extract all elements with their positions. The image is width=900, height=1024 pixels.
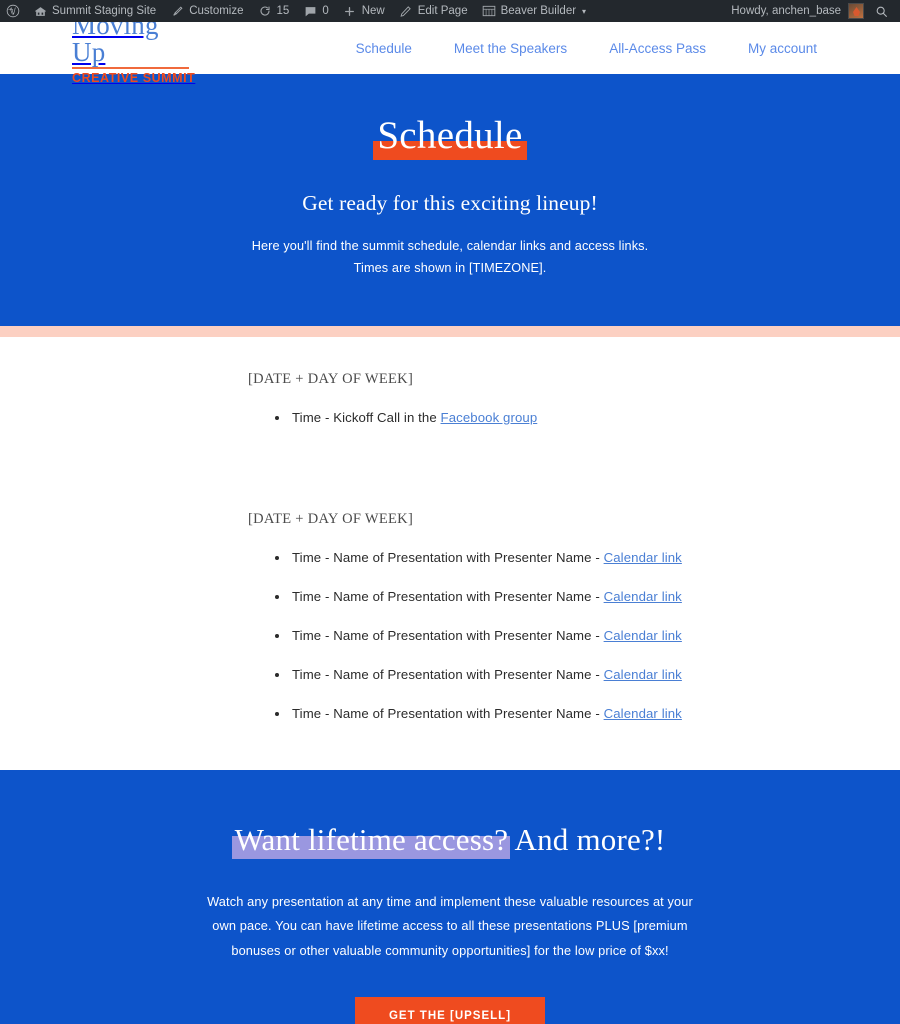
wordpress-logo-icon [6, 4, 20, 18]
upsell-heading: Want lifetime access? And more?! [231, 821, 666, 859]
list-item: Time - Name of Presentation with Present… [275, 627, 900, 645]
upsell-heading-rest: And more?! [508, 821, 666, 857]
nav-item-all-access-pass[interactable]: All-Access Pass [588, 41, 727, 56]
hero-description-line-1: Here you'll find the summit schedule, ca… [251, 238, 649, 253]
upsell-cta-wrapper: GET THE [UPSELL] [0, 997, 900, 1024]
list-item: Time - Name of Presentation with Present… [275, 549, 900, 567]
adminbar-new-label: New [361, 5, 385, 17]
schedule-item-text: Time - Name of Presentation with Present… [292, 550, 604, 566]
avatar [848, 3, 864, 19]
peach-divider-band [0, 325, 900, 337]
hero-subtitle: Get ready for this exciting lineup! [302, 190, 598, 215]
chevron-down-icon: ▾ [582, 6, 587, 16]
page-title-text: Schedule [373, 114, 528, 160]
schedule-item-text: Time - Name of Presentation with Present… [292, 589, 604, 605]
schedule-item-text: Time - Name of Presentation with Present… [292, 706, 604, 722]
adminbar-site-name-label: Summit Staging Site [52, 5, 157, 17]
upsell-section: Want lifetime access? And more?! Watch a… [0, 769, 900, 1024]
list-item: Time - Name of Presentation with Present… [275, 666, 900, 684]
updates-icon [258, 4, 272, 18]
calendar-link[interactable]: Calendar link [604, 628, 682, 643]
adminbar-my-account[interactable]: Howdy, anchen_base [725, 0, 870, 22]
calendar-link[interactable]: Calendar link [604, 589, 682, 604]
adminbar-updates-count: 15 [276, 5, 290, 17]
beaver-builder-icon [482, 4, 496, 18]
schedule-day-block: [DATE + DAY OF WEEK] Time - Name of Pres… [0, 511, 900, 723]
site-logo[interactable]: Moving Up CREATIVE SUMMIT [72, 11, 196, 85]
adminbar-beaver-builder-label: Beaver Builder [500, 5, 577, 17]
schedule-date-heading: [DATE + DAY OF WEEK] [248, 511, 414, 528]
search-icon [874, 4, 888, 18]
hero-description: Here you'll find the summit schedule, ca… [0, 236, 900, 280]
schedule-day-block: [DATE + DAY OF WEEK] Time - Kickoff Call… [0, 371, 900, 427]
adminbar-customize[interactable]: Customize [163, 0, 250, 22]
paintbrush-icon [170, 4, 184, 18]
home-icon [33, 4, 47, 18]
pencil-icon [399, 4, 413, 18]
adminbar-comments-count: 0 [322, 5, 329, 17]
schedule-date-heading: [DATE + DAY OF WEEK] [248, 370, 414, 387]
primary-navigation: Schedule Meet the Speakers All-Access Pa… [335, 41, 900, 56]
adminbar-edit-page[interactable]: Edit Page [392, 0, 475, 22]
upsell-heading-highlight: Want lifetime access? [231, 821, 510, 859]
facebook-group-link[interactable]: Facebook group [441, 410, 538, 425]
logo-secondary-text: CREATIVE SUMMIT [72, 70, 196, 85]
adminbar-edit-page-label: Edit Page [417, 5, 468, 17]
adminbar-site-name[interactable]: Summit Staging Site [26, 0, 163, 22]
adminbar-updates[interactable]: 15 [251, 0, 297, 22]
list-item: Time - Kickoff Call in the Facebook grou… [275, 409, 900, 427]
nav-item-schedule[interactable]: Schedule [335, 41, 433, 56]
hero-section: Schedule Get ready for this exciting lin… [0, 74, 900, 326]
list-item: Time - Name of Presentation with Present… [275, 588, 900, 606]
adminbar-right-group: Howdy, anchen_base [725, 0, 900, 22]
page-title: Schedule [373, 114, 528, 161]
calendar-link[interactable]: Calendar link [604, 667, 682, 682]
schedule-item-text: Time - Name of Presentation with Present… [292, 628, 604, 644]
calendar-link[interactable]: Calendar link [604, 550, 682, 565]
calendar-link[interactable]: Calendar link [604, 706, 682, 721]
wp-admin-bar: Summit Staging Site Customize 15 0 New E… [0, 0, 900, 22]
adminbar-search[interactable] [870, 0, 896, 22]
adminbar-new-content[interactable]: New [336, 0, 392, 22]
nav-item-my-account[interactable]: My account [727, 41, 838, 56]
schedule-item-text: Time - Kickoff Call in the [292, 409, 441, 425]
nav-item-meet-the-speakers[interactable]: Meet the Speakers [433, 41, 588, 56]
adminbar-howdy-label: Howdy, anchen_base [731, 5, 841, 17]
schedule-item-text: Time - Name of Presentation with Present… [292, 667, 604, 683]
adminbar-customize-label: Customize [189, 5, 244, 17]
plus-icon [343, 4, 357, 18]
comment-icon [303, 4, 317, 18]
adminbar-comments[interactable]: 0 [296, 0, 335, 22]
list-item: Time - Name of Presentation with Present… [275, 705, 900, 723]
schedule-item-list: Time - Kickoff Call in the Facebook grou… [248, 409, 900, 427]
adminbar-wordpress-logo[interactable] [0, 0, 26, 22]
site-header: Moving Up CREATIVE SUMMIT Schedule Meet … [0, 11, 900, 84]
get-the-upsell-button[interactable]: GET THE [UPSELL] [354, 997, 546, 1024]
schedule-item-list: Time - Name of Presentation with Present… [248, 549, 900, 723]
adminbar-beaver-builder[interactable]: Beaver Builder ▾ [475, 0, 593, 22]
hero-description-line-2: Times are shown in [TIMEZONE]. [353, 260, 547, 275]
upsell-paragraph: Watch any presentation at any time and i… [207, 893, 693, 959]
schedule-section: [DATE + DAY OF WEEK] Time - Kickoff Call… [0, 336, 900, 724]
